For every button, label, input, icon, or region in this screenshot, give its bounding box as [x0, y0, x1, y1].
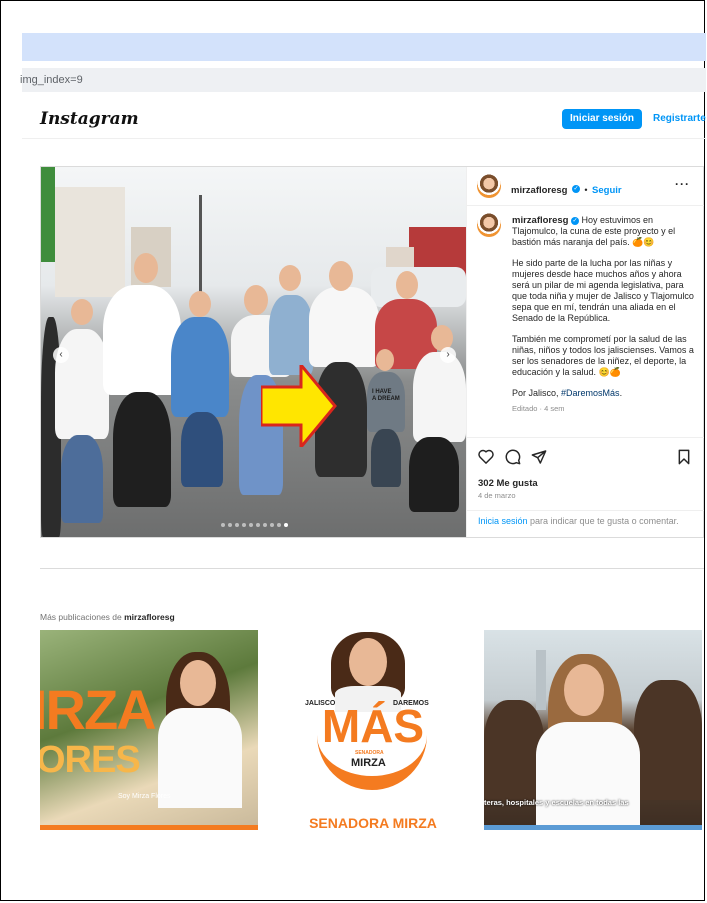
thumb-monument [536, 650, 546, 710]
instagram-header: Instagram Iniciar sesión Registrarte [22, 100, 706, 139]
login-button[interactable]: Iniciar sesión [562, 109, 642, 129]
instagram-logo[interactable]: Instagram [40, 109, 139, 129]
person-head [376, 349, 394, 371]
person-head [279, 265, 301, 291]
thumb-big-text: IRZA [40, 678, 157, 741]
login-prompt: Inicia sesión para indicar que te gusta … [467, 510, 704, 532]
post-photo[interactable]: I HAVE A DREAM ‹ › [41, 167, 466, 537]
caption-closing-text: Por Jalisco, [512, 388, 562, 398]
likes-count[interactable]: 302 Me gusta [478, 478, 538, 489]
avatar[interactable] [477, 213, 501, 237]
person-head [329, 261, 353, 291]
login-link[interactable]: Inicia sesión [478, 516, 528, 526]
thumb-bottom-label: SENADORA MIRZA [309, 815, 437, 830]
browser-tab-bar [22, 33, 706, 61]
carousel-next-button[interactable]: › [440, 347, 456, 363]
thumb-woman-face [180, 660, 216, 706]
post-card: I HAVE A DREAM ‹ › mirzafloresg ✓ • Segu… [40, 166, 704, 538]
photo-street-pole [199, 195, 202, 295]
person-pants [181, 412, 223, 487]
login-note-text: para indicar que te gusta o comentar. [527, 516, 679, 526]
thumb-mirza-label: MIRZA [351, 757, 386, 769]
follow-button[interactable]: Seguir [592, 185, 622, 196]
person-pants [409, 437, 459, 512]
verified-badge-icon: ✓ [571, 184, 580, 193]
more-posts-username[interactable]: mirzafloresg [124, 612, 175, 622]
register-link[interactable]: Registrarte [653, 109, 706, 129]
person-head [396, 271, 418, 299]
photo-building-left [55, 187, 125, 297]
person-shirt [61, 435, 103, 523]
more-options-icon[interactable]: ··· [675, 177, 690, 191]
more-posts-title: Más publicaciones de mirzafloresg [40, 612, 175, 622]
person-shirt [309, 287, 379, 367]
carousel-dot [221, 523, 225, 527]
person-child-pants [371, 429, 401, 487]
avatar[interactable] [477, 174, 501, 198]
follow-separator: • [584, 185, 588, 195]
carousel-dot [263, 523, 267, 527]
person-shirt [171, 317, 229, 417]
caption-closing-suffix: . [619, 388, 623, 398]
caption-paragraph: mirzafloresg ✓ Hoy estuvimos en Tlajomul… [512, 215, 694, 248]
post-sidebar: mirzafloresg ✓ • Seguir ··· mirzafloresg… [466, 167, 704, 537]
caption-paragraph: También me comprometí por la salud de la… [512, 334, 694, 377]
post-username[interactable]: mirzafloresg [511, 185, 568, 196]
more-post-thumbnail[interactable]: teras, hospitales y escuelas en todas la… [484, 630, 702, 830]
post-header-meta: mirzafloresg ✓ • Seguir [511, 180, 622, 198]
thumb-overlay-text: teras, hospitales y escuelas en todas la… [484, 798, 629, 807]
caption-username[interactable]: mirzafloresg [512, 215, 569, 226]
photo-shirt-text: I HAVE A DREAM [372, 389, 400, 402]
highlight-arrow-icon [261, 365, 337, 447]
comment-icon[interactable] [505, 449, 521, 465]
carousel-dot [270, 523, 274, 527]
person-head [189, 291, 211, 317]
person-head [244, 285, 268, 315]
thumb-woman-face [564, 664, 604, 716]
person-shirt [413, 352, 466, 442]
more-post-thumbnail[interactable]: JALISCO DAREMOS MÁS SENADORA MIRZA SENAD… [263, 630, 481, 830]
caption-paragraph: He sido parte de la lucha por las niñas … [512, 258, 694, 323]
thumb-accent-bar [40, 825, 258, 830]
carousel-dot [249, 523, 253, 527]
more-post-thumbnail[interactable]: IRZA ORES Soy Mirza Flores [40, 630, 258, 830]
thumb-sculpture [634, 680, 702, 800]
like-heart-icon[interactable] [478, 449, 494, 464]
carousel-prev-button[interactable]: ‹ [53, 347, 69, 363]
person-head [71, 299, 93, 325]
post-actions: 302 Me gusta 4 de marzo Inicia sesión pa… [467, 437, 704, 538]
person-shirt [55, 329, 109, 439]
carousel-dot [277, 523, 281, 527]
address-bar[interactable]: img_index=9 [20, 68, 706, 92]
hashtag-link[interactable]: #DaremosMás [561, 388, 620, 398]
share-icon[interactable] [531, 449, 547, 465]
carousel-indicator [221, 523, 288, 527]
edited-label: Editado · 4 sem [512, 404, 565, 413]
address-bar-text: img_index=9 [20, 74, 83, 86]
more-posts-prefix: Más publicaciones de [40, 612, 125, 622]
verified-badge-icon: ✓ [571, 216, 580, 225]
caption-paragraph: Por Jalisco, #DaremosMás. [512, 388, 694, 399]
thumb-woman-shirt [536, 722, 640, 830]
save-bookmark-icon[interactable] [677, 449, 691, 465]
photo-building-green [41, 167, 55, 262]
post-caption: mirzafloresg ✓ Hoy estuvimos en Tlajomul… [512, 215, 694, 414]
person-shirt [103, 285, 181, 395]
section-divider [40, 568, 704, 569]
carousel-dot [235, 523, 239, 527]
post-header: mirzafloresg ✓ • Seguir ··· [467, 167, 704, 206]
post-date: 4 de marzo [478, 491, 516, 500]
thumb-sculpture [484, 700, 544, 800]
carousel-dot [256, 523, 260, 527]
person-shirt [269, 295, 313, 375]
carousel-dot [284, 523, 288, 527]
thumb-accent-bar [484, 825, 702, 830]
thumb-big-text: ORES [40, 739, 141, 781]
person-pants [113, 392, 171, 507]
thumb-small-text: Soy Mirza Flores [118, 793, 171, 800]
carousel-dot [242, 523, 246, 527]
thumb-woman-face [349, 638, 387, 686]
person-head [134, 253, 158, 283]
carousel-dot [228, 523, 232, 527]
